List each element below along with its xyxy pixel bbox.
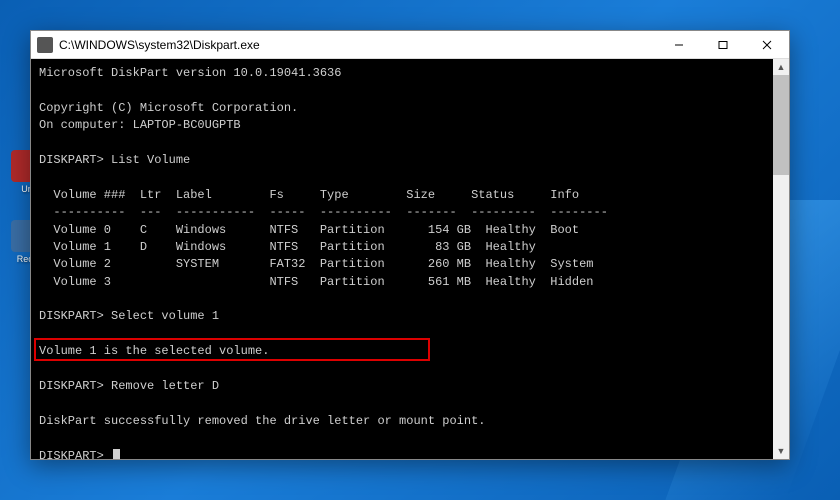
scroll-up-button[interactable]: ▲ [773, 59, 789, 75]
scroll-down-button[interactable]: ▼ [773, 443, 789, 459]
cmd-icon [37, 37, 53, 53]
cursor [113, 449, 120, 459]
terminal-output[interactable]: Microsoft DiskPart version 10.0.19041.36… [31, 59, 789, 459]
minimize-button[interactable] [657, 31, 701, 59]
close-button[interactable] [745, 31, 789, 59]
maximize-button[interactable] [701, 31, 745, 59]
scrollbar-vertical[interactable]: ▲ ▼ [773, 59, 789, 459]
window-title: C:\WINDOWS\system32\Diskpart.exe [59, 38, 657, 52]
diskpart-window: C:\WINDOWS\system32\Diskpart.exe Microso… [30, 30, 790, 460]
titlebar[interactable]: C:\WINDOWS\system32\Diskpart.exe [31, 31, 789, 59]
scroll-thumb[interactable] [773, 75, 789, 175]
